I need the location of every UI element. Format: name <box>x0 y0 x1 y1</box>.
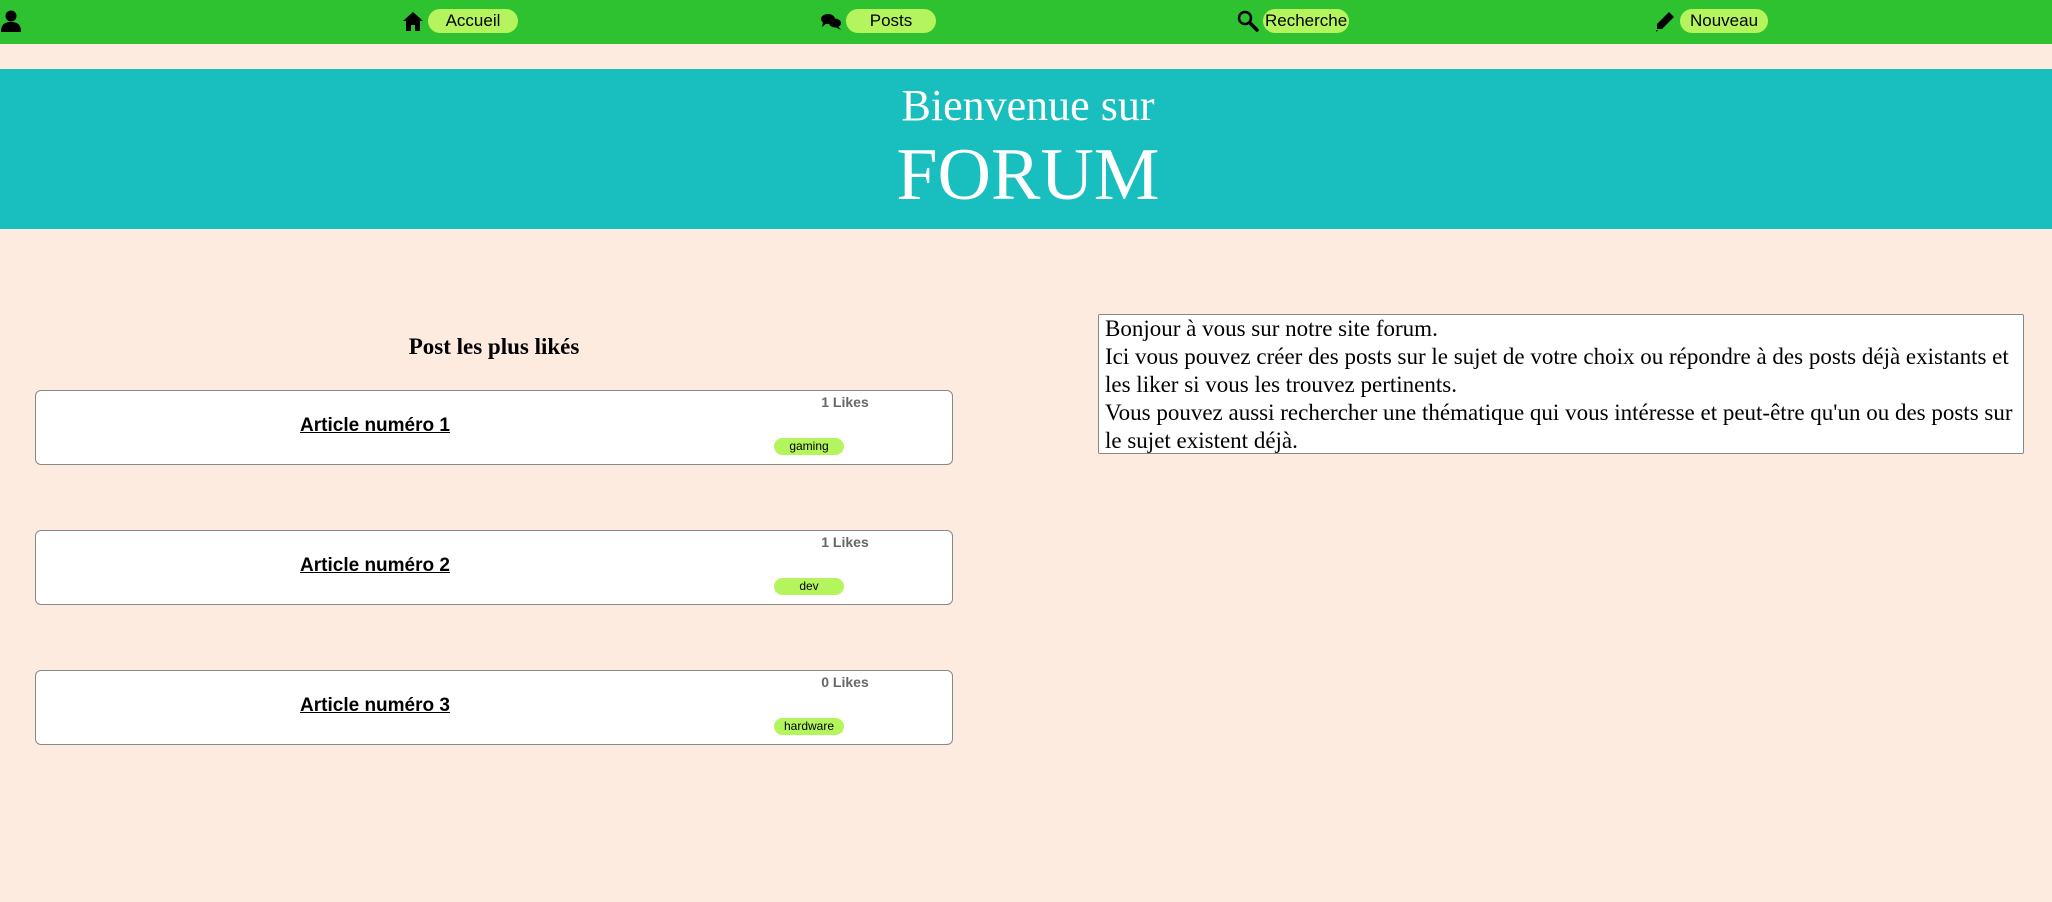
top-posts-title: Post les plus likés <box>408 334 580 359</box>
post-card: Article numéro 1 1 Likes gaming <box>35 390 953 465</box>
user-icon[interactable] <box>0 10 22 32</box>
post-likes-count: 0 Likes <box>821 674 869 690</box>
post-title-link[interactable]: Article numéro 3 <box>265 695 485 717</box>
post-tag-badge[interactable]: gaming <box>774 438 844 455</box>
post-likes-count: 1 Likes <box>821 394 869 410</box>
nav-posts-button[interactable]: Posts <box>820 9 936 33</box>
nav-recherche-button[interactable]: Recherche <box>1237 9 1350 33</box>
post-likes-count: 1 Likes <box>821 534 869 550</box>
intro-text-box: Bonjour à vous sur notre site forum. Ici… <box>1098 314 2024 454</box>
post-card: Article numéro 3 0 Likes hardware <box>35 670 953 745</box>
chat-bubbles-icon <box>820 10 842 32</box>
post-tag-badge[interactable]: dev <box>774 578 844 595</box>
hero-banner: Bienvenue sur FORUM <box>0 69 2052 229</box>
nav-nouveau-button[interactable]: Nouveau <box>1654 9 1769 33</box>
nav-nouveau-label[interactable]: Nouveau <box>1680 9 1769 33</box>
hero-welcome-text: Bienvenue sur <box>901 81 1155 130</box>
post-card: Article numéro 2 1 Likes dev <box>35 530 953 605</box>
nav-accueil-label[interactable]: Accueil <box>428 9 518 33</box>
top-nav: Accueil Posts Recherche Nouveau <box>0 0 2052 44</box>
post-tag-badge[interactable]: hardware <box>774 718 844 735</box>
magnifier-icon <box>1237 10 1259 32</box>
nav-accueil-button[interactable]: Accueil <box>402 9 518 33</box>
hero-site-title: FORUM <box>896 134 1160 216</box>
intro-line: Vous pouvez aussi rechercher une thémati… <box>1105 400 2013 453</box>
nav-posts-label[interactable]: Posts <box>846 9 936 33</box>
nav-recherche-label[interactable]: Recherche <box>1263 9 1350 33</box>
home-icon <box>402 10 424 32</box>
post-title-link[interactable]: Article numéro 2 <box>265 555 485 577</box>
post-title-link[interactable]: Article numéro 1 <box>265 415 485 437</box>
intro-line: Bonjour à vous sur notre site forum. <box>1105 316 1438 341</box>
pen-icon <box>1654 10 1676 32</box>
intro-line: Ici vous pouvez créer des posts sur le s… <box>1105 344 2009 397</box>
